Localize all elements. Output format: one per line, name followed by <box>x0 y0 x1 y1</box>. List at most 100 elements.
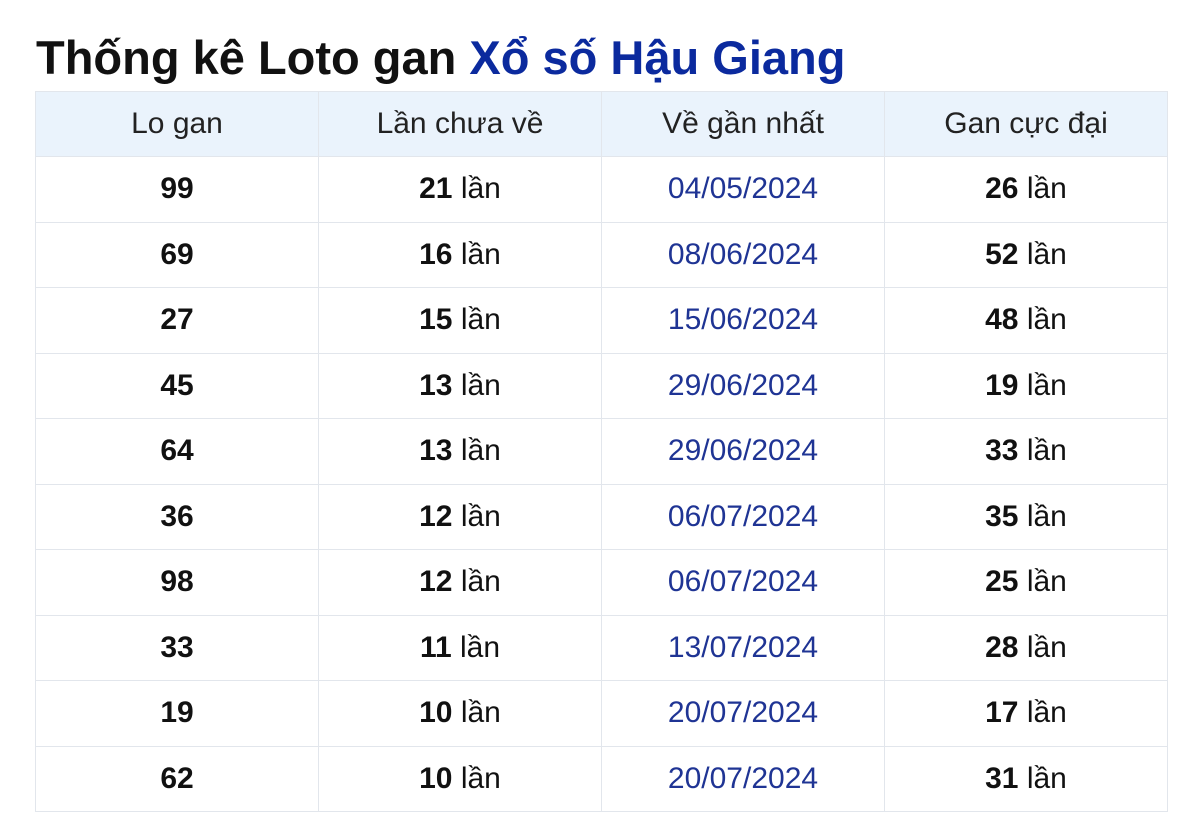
header-lan-chua-ve: Lần chưa về <box>318 91 602 157</box>
missed-count-cell: 16 lần <box>318 221 602 288</box>
last-seen-date: 20/07/2024 <box>601 680 885 747</box>
missed-count-cell: 12 lần <box>318 549 602 616</box>
last-seen-date: 20/07/2024 <box>601 745 885 812</box>
max-gan-count: 33 <box>985 434 1019 468</box>
missed-unit: lần <box>460 434 501 468</box>
lo-gan-number: 19 <box>35 680 319 747</box>
missed-count: 10 <box>419 761 453 795</box>
missed-unit: lần <box>460 565 501 599</box>
max-gan-cell: 33 lần <box>884 418 1168 485</box>
max-gan-count: 48 <box>985 303 1019 337</box>
max-gan-cell: 19 lần <box>884 352 1168 419</box>
max-gan-cell: 35 lần <box>884 483 1168 550</box>
table-row: 62 10 lần 20/07/2024 31 lần <box>35 745 1168 812</box>
max-gan-count: 17 <box>985 696 1019 730</box>
title-prefix: Thống kê Loto gan <box>36 31 457 84</box>
missed-count-cell: 10 lần <box>318 745 602 812</box>
missed-count: 13 <box>419 368 453 402</box>
table-row: 45 13 lần 29/06/2024 19 lần <box>35 352 1168 419</box>
last-seen-date: 15/06/2024 <box>601 287 885 354</box>
max-gan-unit: lần <box>1026 172 1067 206</box>
max-gan-cell: 25 lần <box>884 549 1168 616</box>
max-gan-unit: lần <box>1026 696 1067 730</box>
missed-count-cell: 12 lần <box>318 483 602 550</box>
last-seen-date: 08/06/2024 <box>601 221 885 288</box>
max-gan-unit: lần <box>1026 761 1067 795</box>
max-gan-count: 28 <box>985 630 1019 664</box>
max-gan-cell: 48 lần <box>884 287 1168 354</box>
missed-count: 11 <box>419 630 452 664</box>
missed-unit: lần <box>460 630 501 664</box>
missed-count-cell: 21 lần <box>318 156 602 223</box>
missed-count: 12 <box>419 499 453 533</box>
missed-unit: lần <box>460 696 501 730</box>
table-row: 27 15 lần 15/06/2024 48 lần <box>35 287 1168 354</box>
missed-count: 10 <box>419 696 453 730</box>
table-row: 99 21 lần 04/05/2024 26 lần <box>35 156 1168 223</box>
missed-count-cell: 13 lần <box>318 418 602 485</box>
max-gan-cell: 17 lần <box>884 680 1168 747</box>
lo-gan-number: 64 <box>35 418 319 485</box>
table-row: 33 11 lần 13/07/2024 28 lần <box>35 614 1168 681</box>
missed-unit: lần <box>460 303 501 337</box>
table-row: 98 12 lần 06/07/2024 25 lần <box>35 549 1168 616</box>
last-seen-date: 04/05/2024 <box>601 156 885 223</box>
max-gan-cell: 26 lần <box>884 156 1168 223</box>
missed-count-cell: 10 lần <box>318 680 602 747</box>
table-row: 69 16 lần 08/06/2024 52 lần <box>35 221 1168 288</box>
table-row: 19 10 lần 20/07/2024 17 lần <box>35 680 1168 747</box>
missed-count-cell: 15 lần <box>318 287 602 354</box>
max-gan-count: 52 <box>985 237 1019 271</box>
max-gan-unit: lần <box>1026 499 1067 533</box>
max-gan-cell: 52 lần <box>884 221 1168 288</box>
missed-count: 16 <box>419 237 453 271</box>
header-row: Lo gan Lần chưa về Về gần nhất Gan cực đ… <box>35 91 1168 157</box>
lo-gan-number: 98 <box>35 549 319 616</box>
missed-count: 15 <box>419 303 453 337</box>
max-gan-count: 31 <box>985 761 1019 795</box>
table-body: 99 21 lần 04/05/2024 26 lần 69 16 lần 08/06/20… <box>35 156 1168 812</box>
header-gan-cuc-dai: Gan cực đại <box>884 91 1168 157</box>
page-title: Thống kê Loto gan Xổ số Hậu Giang <box>36 28 845 88</box>
last-seen-date: 06/07/2024 <box>601 483 885 550</box>
loto-gan-table: Lo gan Lần chưa về Về gần nhất Gan cực đ… <box>35 91 1168 812</box>
missed-count: 21 <box>419 172 453 206</box>
last-seen-date: 29/06/2024 <box>601 418 885 485</box>
lo-gan-number: 27 <box>35 287 319 354</box>
max-gan-unit: lần <box>1026 565 1067 599</box>
max-gan-unit: lần <box>1026 630 1067 664</box>
missed-unit: lần <box>460 761 501 795</box>
max-gan-unit: lần <box>1026 368 1067 402</box>
max-gan-count: 26 <box>985 172 1019 206</box>
missed-unit: lần <box>460 368 501 402</box>
max-gan-unit: lần <box>1026 237 1067 271</box>
title-highlight: Xổ số Hậu Giang <box>469 31 846 84</box>
max-gan-cell: 31 lần <box>884 745 1168 812</box>
lo-gan-number: 69 <box>35 221 319 288</box>
header-lo-gan: Lo gan <box>35 91 319 157</box>
table-row: 64 13 lần 29/06/2024 33 lần <box>35 418 1168 485</box>
max-gan-unit: lần <box>1026 303 1067 337</box>
lo-gan-number: 99 <box>35 156 319 223</box>
missed-count-cell: 11 lần <box>318 614 602 681</box>
max-gan-cell: 28 lần <box>884 614 1168 681</box>
max-gan-count: 25 <box>985 565 1019 599</box>
header-ve-gan-nhat: Về gần nhất <box>601 91 885 157</box>
lo-gan-number: 45 <box>35 352 319 419</box>
missed-unit: lần <box>460 172 501 206</box>
last-seen-date: 13/07/2024 <box>601 614 885 681</box>
table-header: Lo gan Lần chưa về Về gần nhất Gan cực đ… <box>35 91 1168 157</box>
table-row: 36 12 lần 06/07/2024 35 lần <box>35 483 1168 550</box>
lo-gan-number: 62 <box>35 745 319 812</box>
last-seen-date: 29/06/2024 <box>601 352 885 419</box>
max-gan-count: 35 <box>985 499 1019 533</box>
missed-count: 13 <box>419 434 453 468</box>
lo-gan-number: 33 <box>35 614 319 681</box>
missed-unit: lần <box>460 237 501 271</box>
last-seen-date: 06/07/2024 <box>601 549 885 616</box>
max-gan-unit: lần <box>1026 434 1067 468</box>
missed-count: 12 <box>419 565 453 599</box>
missed-count-cell: 13 lần <box>318 352 602 419</box>
max-gan-count: 19 <box>985 368 1019 402</box>
lo-gan-number: 36 <box>35 483 319 550</box>
